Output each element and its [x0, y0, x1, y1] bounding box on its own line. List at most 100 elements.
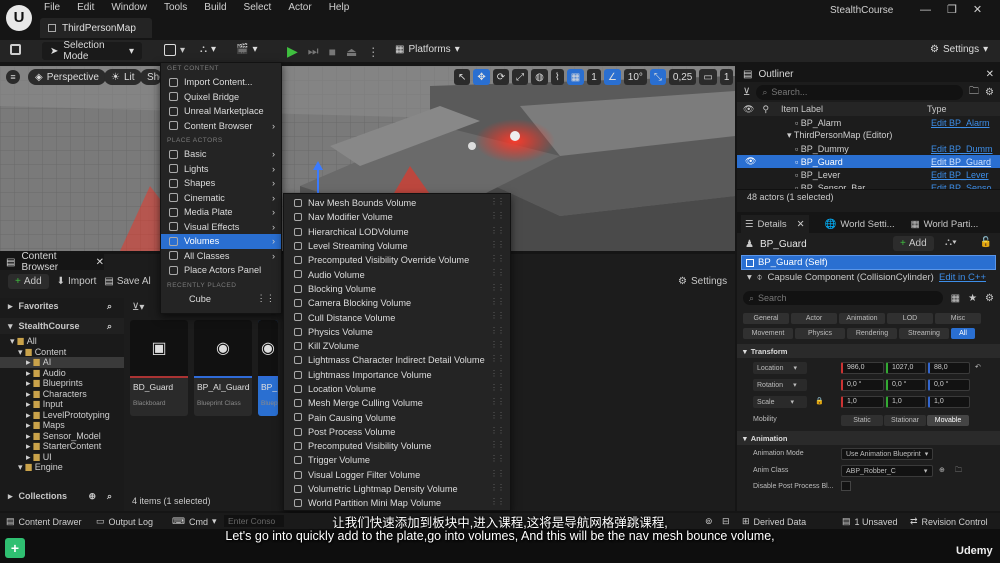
mobility-stationary[interactable]: Stationar	[884, 415, 926, 426]
lock-icon[interactable]: 🔓	[980, 237, 992, 248]
edit-in-cpp-link[interactable]: Edit in C++	[939, 272, 986, 283]
asset-card[interactable]: ▣ BD_Guard Blackboard	[130, 320, 188, 416]
table-view-icon[interactable]: ▦	[951, 293, 960, 304]
search-icon[interactable]: ⌕	[107, 491, 112, 502]
location-z[interactable]: 88,0	[928, 362, 970, 374]
folder-item-all[interactable]: ▾ ▆ All	[0, 336, 124, 347]
folder-item-content[interactable]: ▾ ▆ Content	[0, 347, 124, 358]
close-icon[interactable]: ✕	[986, 69, 994, 80]
asset-card[interactable]: ◉ BP_AI_Guard Blueprint Class	[194, 320, 252, 416]
disable-pp-checkbox[interactable]	[841, 481, 851, 491]
folder-item-blueprints[interactable]: ▸ ▆ Blueprints	[0, 378, 124, 389]
menu-item-shapes[interactable]: Shapes ›	[161, 176, 281, 191]
folder-add-icon[interactable]: 🗀	[969, 84, 979, 101]
settings-button[interactable]: ⚙ Settings ▾	[930, 44, 988, 55]
search-icon[interactable]: ⌕	[107, 321, 112, 332]
volume-item-trigger-volume[interactable]: Trigger Volume ⋮⋮	[284, 453, 510, 467]
volume-item-hierarchical-lodvolume[interactable]: Hierarchical LODVolume ⋮⋮	[284, 225, 510, 239]
volume-item-blocking-volume[interactable]: Blocking Volume ⋮⋮	[284, 282, 510, 296]
stop-icon[interactable]: ■	[329, 45, 336, 59]
volume-item-nav-mesh-bounds-volume[interactable]: Nav Mesh Bounds Volume ⋮⋮	[284, 196, 510, 210]
filter-physics[interactable]: Physics	[795, 328, 845, 339]
add-component-button[interactable]: + Add	[893, 236, 934, 251]
outliner-edit-link[interactable]: Edit BP_Dumm	[931, 144, 993, 154]
save-icon[interactable]	[10, 44, 21, 55]
search-icon[interactable]: ⌕	[107, 301, 112, 312]
capsule-component-row[interactable]: ▾ ⌽ Capsule Component (CollisionCylinder…	[737, 270, 1000, 285]
grid-snap-toggle[interactable]: ▦	[566, 69, 585, 85]
blueprint-options-icon[interactable]: ⛬▾	[945, 237, 957, 248]
volume-item-post-process-volume[interactable]: Post Process Volume ⋮⋮	[284, 425, 510, 439]
tab-level-map[interactable]: ThirdPersonMap	[40, 18, 152, 38]
outliner-edit-link[interactable]: Edit BP_Senso	[931, 183, 992, 190]
filter-lod[interactable]: LOD	[887, 313, 933, 324]
outliner-edit-link[interactable]: Edit BP_Alarm	[931, 118, 990, 128]
perspective-button[interactable]: ◈ Perspective	[28, 69, 106, 85]
close-icon[interactable]: ✕	[797, 219, 805, 230]
lock-icon[interactable]: 🔒	[815, 397, 824, 405]
menu-window[interactable]: Window	[111, 2, 147, 13]
cb-import-button[interactable]: ⬇ Import	[57, 276, 97, 287]
details-search-input[interactable]: ⌕ Search	[743, 291, 943, 305]
blueprint-button[interactable]: ⛬ ▾	[200, 44, 216, 55]
folder-item-ui[interactable]: ▸ ▆ UI	[0, 452, 124, 463]
outliner-edit-link[interactable]: Edit BP_Lever	[931, 170, 989, 180]
filter-streaming[interactable]: Streaming	[899, 328, 949, 339]
show-button[interactable]: Sho	[140, 69, 162, 85]
filter-rendering[interactable]: Rendering	[847, 328, 897, 339]
settings-icon[interactable]: ⚙	[985, 293, 994, 304]
outliner-search-input[interactable]: ⌕ Search...	[756, 84, 964, 100]
folder-item-engine[interactable]: ▾ ▆ Engine	[0, 462, 124, 473]
outliner-row[interactable]: ▾ ThirdPersonMap (Editor)	[737, 129, 1000, 142]
settings-icon[interactable]: ⚙	[985, 87, 994, 98]
cinematics-button[interactable]: 🎬 ▾	[236, 44, 257, 55]
menu-item-media-plate[interactable]: Media Plate ›	[161, 205, 281, 220]
menu-item-cinematic[interactable]: Cinematic ›	[161, 191, 281, 206]
tab-world-settings[interactable]: 🌐 World Setti...	[825, 219, 895, 230]
close-icon[interactable]: ✕	[96, 257, 104, 268]
volume-item-lightmass-importance-volume[interactable]: Lightmass Importance Volume ⋮⋮	[284, 368, 510, 382]
recent-item-cube[interactable]: Cube ⋮⋮	[161, 292, 281, 307]
volume-item-nav-modifier-volume[interactable]: Nav Modifier Volume ⋮⋮	[284, 210, 510, 224]
world-space-icon[interactable]: ◍	[531, 69, 548, 85]
select-tool-icon[interactable]: ↖	[454, 69, 471, 85]
menu-item-import-content[interactable]: Import Content...	[161, 75, 281, 90]
maximize-icon[interactable]: ❐	[947, 3, 957, 16]
cb-save-all-button[interactable]: ▤ Save Al	[104, 276, 150, 287]
volume-item-kill-zvolume[interactable]: Kill ZVolume ⋮⋮	[284, 339, 510, 353]
menu-tools[interactable]: Tools	[164, 2, 187, 13]
menu-item-all-classes[interactable]: All Classes ›	[161, 249, 281, 264]
animation-section-header[interactable]: ▾ Animation	[737, 431, 1000, 445]
folder-item-startercontent[interactable]: ▸ ▆ StarterContent	[0, 441, 124, 452]
volume-item-physics-volume[interactable]: Physics Volume ⋮⋮	[284, 325, 510, 339]
volume-item-location-volume[interactable]: Location Volume ⋮⋮	[284, 382, 510, 396]
menu-file[interactable]: File	[44, 2, 60, 13]
rotation-z[interactable]: 0,0 °	[928, 379, 970, 391]
rotation-x[interactable]: 0,0 °	[841, 379, 884, 391]
lit-button[interactable]: ☀ Lit	[104, 69, 142, 85]
surface-snap-icon[interactable]: ⌇	[550, 69, 564, 85]
location-y[interactable]: 1027,0	[886, 362, 926, 374]
platforms-button[interactable]: ▦ Platforms ▾	[395, 44, 460, 55]
location-x[interactable]: 986,0	[841, 362, 884, 374]
transform-section-header[interactable]: ▾ Transform	[737, 344, 1000, 358]
angle-snap-icon[interactable]: ∠	[603, 69, 621, 85]
visibility-icon[interactable]: 👁	[745, 156, 756, 167]
scale-z[interactable]: 1,0	[928, 396, 970, 408]
folder-item-ai[interactable]: ▸ ▆ AI	[0, 357, 124, 368]
folder-item-sensor-model[interactable]: ▸ ▆ Sensor_Model	[0, 431, 124, 442]
filter-movement[interactable]: Movement	[743, 328, 793, 339]
volume-item-precomputed-visibility-volume[interactable]: Precomputed Visibility Volume ⋮⋮	[284, 439, 510, 453]
menu-item-volumes[interactable]: Volumes ›	[161, 234, 281, 249]
menu-item-visual-effects[interactable]: Visual Effects ›	[161, 220, 281, 235]
volume-item-pain-causing-volume[interactable]: Pain Causing Volume ⋮⋮	[284, 410, 510, 424]
volume-item-audio-volume[interactable]: Audio Volume ⋮⋮	[284, 267, 510, 281]
filter-icon[interactable]: ⊻	[743, 87, 750, 98]
volume-item-world-partition-mini-map-volume[interactable]: World Partition Mini Map Volume ⋮⋮	[284, 496, 510, 510]
menu-item-place-actors-panel[interactable]: Place Actors Panel	[161, 263, 281, 278]
camera-speed-icon[interactable]: ▭	[699, 69, 717, 85]
browse-asset-icon[interactable]: ⊕	[939, 466, 945, 474]
filter-general[interactable]: General	[743, 313, 789, 324]
menu-item-lights[interactable]: Lights ›	[161, 162, 281, 177]
scale-x[interactable]: 1,0	[841, 396, 884, 408]
